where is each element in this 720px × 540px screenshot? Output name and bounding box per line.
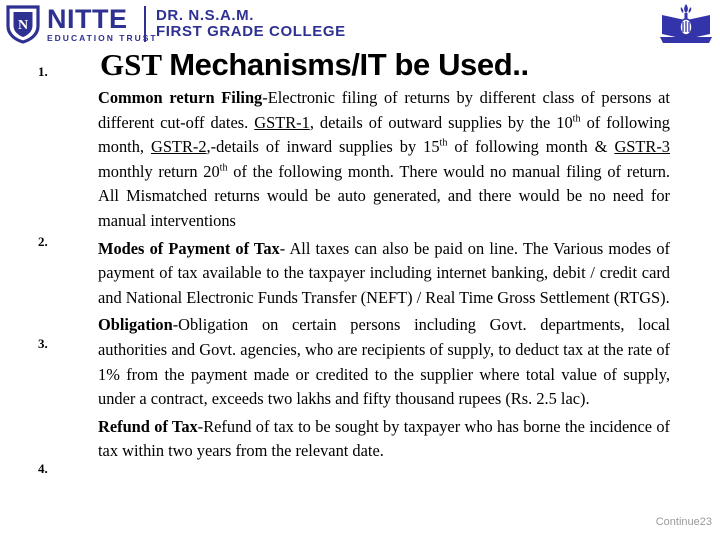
brand-tagline: EDUCATION TRUST [47,32,158,43]
gstr-2-reference: GSTR-2 [150,137,207,157]
college-name: DR. N.S.A.M. FIRST GRADE COLLEGE [156,8,346,40]
paragraph-refund-of-tax: Refund of Tax-Refund of tax to be sought… [98,415,670,464]
college-name-line-1: DR. N.S.A.M. [156,7,255,24]
list-marker-1: 1. [38,64,48,79]
paragraph-modes-of-payment: Modes of Payment of Tax- All taxes can a… [98,237,670,311]
list-marker-3: 3. [38,336,48,351]
paragraph-3-heading: Obligation [98,315,173,335]
paragraph-1-text-2: , details of outward supplies by the 10 [309,112,573,132]
paragraph-obligation: Obligation-Obligation on certain persons… [98,313,670,411]
page-title-sans: Mechanisms/IT be Used.. [169,47,529,82]
college-name-line-2: FIRST GRADE COLLEGE [156,23,346,40]
nitte-wordmark: NITTE EDUCATION TRUST [47,3,158,43]
nitte-shield-icon: N [6,4,40,44]
gstr-1-reference: GSTR-1 [254,112,310,132]
paragraph-3-text: -Obligation on certain persons including… [98,315,670,409]
list-marker-4: 4. [38,461,48,476]
paragraph-1-text-6: monthly return 20 [98,161,220,181]
paragraph-1-heading: Common return Filing [98,88,263,107]
slide-header: N NITTE EDUCATION TRUST DR. N.S.A.M. FIR… [0,0,720,46]
paragraph-1-text-4: ,-details of inward supplies by 15 [206,137,440,157]
college-emblem-icon [656,1,716,45]
list-marker-2: 2. [38,234,48,249]
page-title: GST Mechanisms/IT be Used.. [100,47,660,83]
paragraph-common-return-filing: Common return Filing-Electronic filing o… [98,86,670,234]
continue-label: Continue [655,516,700,528]
footer-continue-note: Continue23 [656,516,712,528]
svg-text:N: N [18,18,28,33]
paragraph-4-heading: Refund of Tax [98,416,198,436]
nitte-logo: N NITTE EDUCATION TRUST [6,3,158,45]
brand-name: NITTE [47,3,128,34]
page-title-serif: GST [100,47,170,82]
ordinal-suffix-10th: th [572,113,581,125]
header-divider [144,6,146,42]
paragraph-2-heading: Modes of Payment of Tax [98,238,280,258]
paragraph-1-text-5: of following month & [447,137,615,157]
slide-body: Common return Filing-Electronic filing o… [98,86,670,464]
ordinal-suffix-20th: th [219,162,228,174]
page-number: 23 [699,516,712,528]
gstr-3-reference: GSTR-3 [614,137,670,157]
